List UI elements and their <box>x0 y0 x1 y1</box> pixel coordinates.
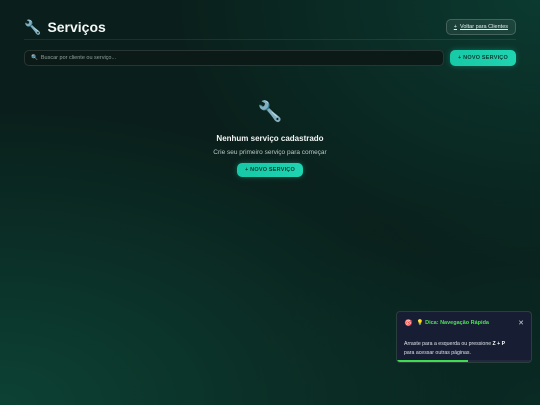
empty-new-service-button[interactable]: + NOVO SERVIÇO <box>237 163 303 177</box>
empty-state-subtitle: Crie seu primeiro serviço para começar <box>213 149 327 156</box>
tip-toast: 🎯 💡 Dica: Navegação Rápida ✕ Arraste par… <box>396 311 532 363</box>
toast-title: 💡 Dica: Navegação Rápida <box>416 320 489 326</box>
back-to-clients-button[interactable]: + Voltar para Clientes <box>445 19 516 35</box>
back-to-clients-label: Voltar para Clientes <box>460 24 508 30</box>
search-toolbar: 🔍 + NOVO SERVIÇO <box>24 50 516 66</box>
wrench-icon: 🔧 <box>257 101 283 123</box>
toast-body-suffix: para acessar outras páginas. <box>404 349 471 356</box>
header-divider <box>24 39 516 40</box>
toast-body-prefix: Arraste para a esquerda ou pressione <box>404 341 493 347</box>
toast-progress-bar <box>397 360 469 362</box>
empty-state: 🔧 Nenhum serviço cadastrado Crie seu pri… <box>0 102 540 177</box>
page-header: 🔧 Serviços + Voltar para Clientes <box>24 14 516 40</box>
toast-shortcut: Z + P <box>492 341 506 347</box>
page-title-text: Serviços <box>47 19 106 35</box>
page-title: 🔧 Serviços <box>24 19 106 35</box>
target-icon: 🎯 <box>404 319 413 327</box>
new-service-button[interactable]: + NOVO SERVIÇO <box>450 50 516 66</box>
toast-body: Arraste para a esquerda ou pressione Z +… <box>404 340 524 357</box>
search-icon: 🔍 <box>31 55 38 61</box>
search-box[interactable]: 🔍 <box>24 50 444 66</box>
wrench-icon: 🔧 <box>24 19 42 35</box>
search-input[interactable] <box>40 55 437 61</box>
plus-icon: + <box>453 24 457 30</box>
empty-state-title: Nenhum serviço cadastrado <box>216 134 324 143</box>
close-icon[interactable]: ✕ <box>518 320 524 327</box>
toast-header: 🎯 💡 Dica: Navegação Rápida ✕ <box>404 318 524 328</box>
